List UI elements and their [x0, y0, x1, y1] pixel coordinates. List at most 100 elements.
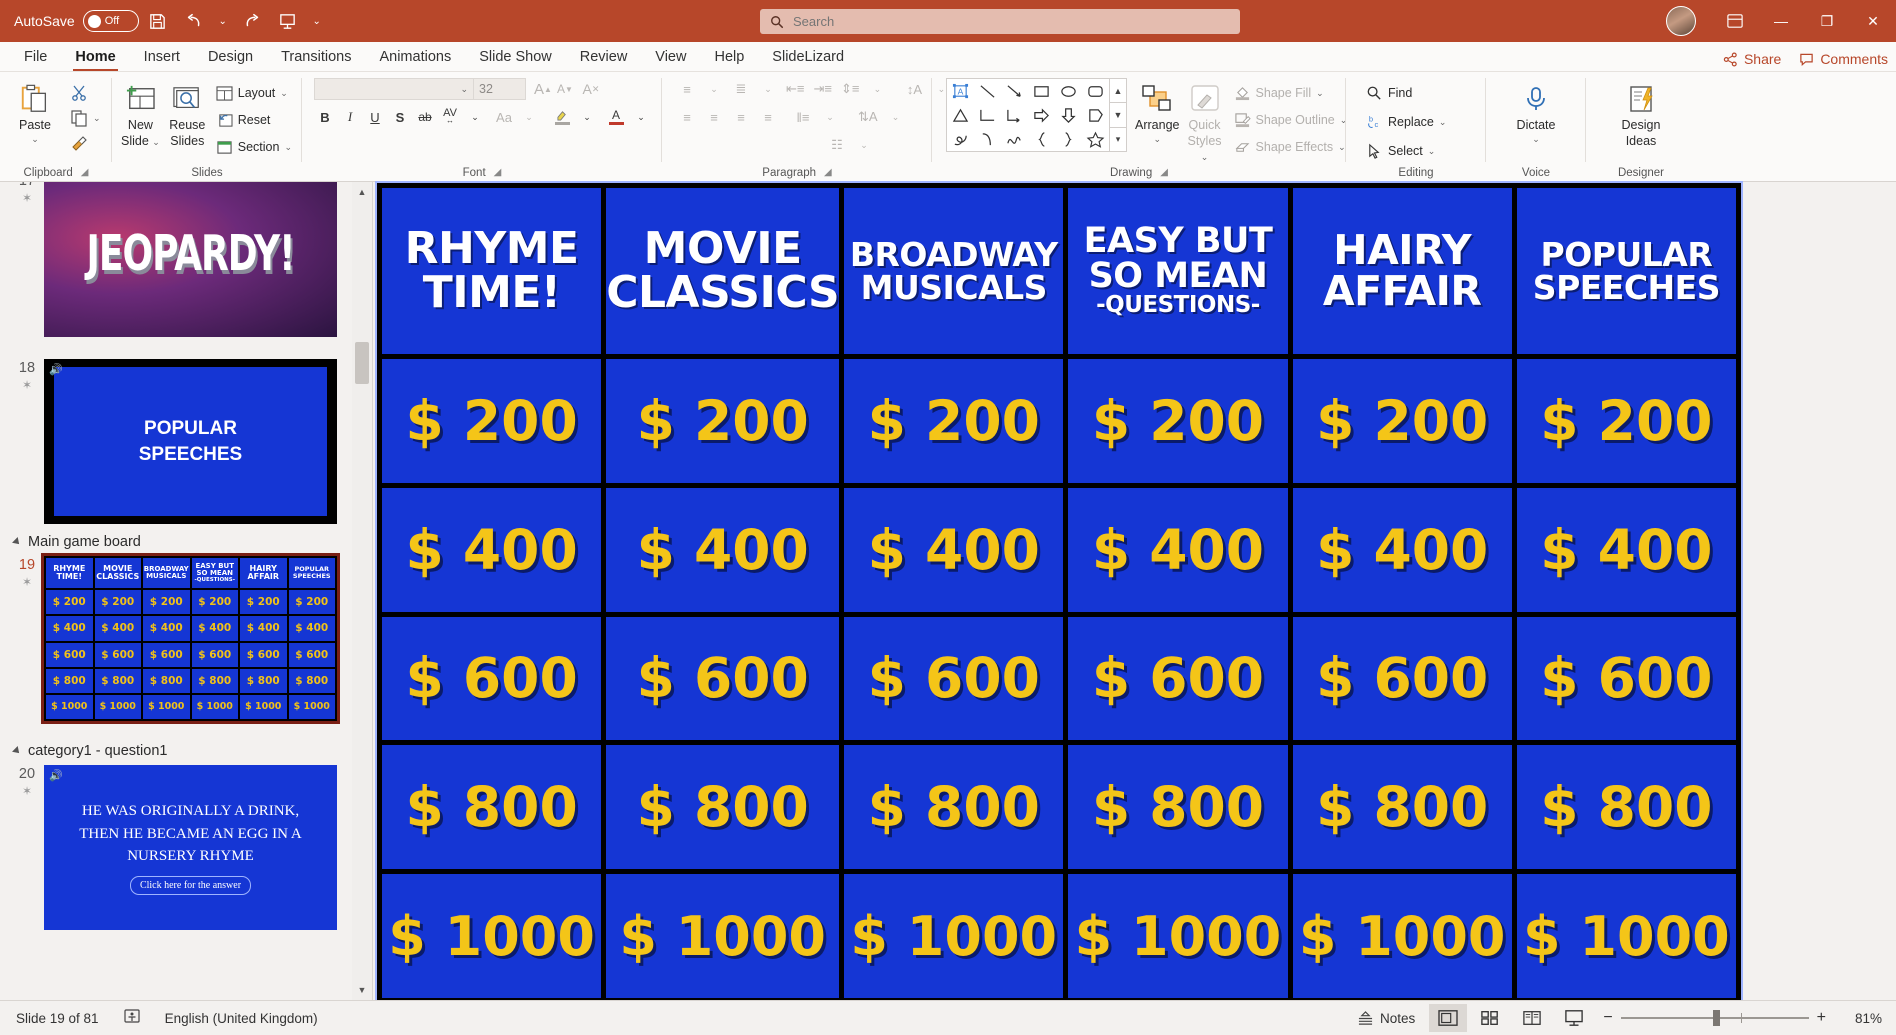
text-highlight-button[interactable]	[551, 106, 573, 128]
thumbnail-preview-20[interactable]: 🔊 HE WAS ORIGINALLY A DRINK, THEN HE BEC…	[44, 765, 337, 930]
shape-fill-dropdown-icon[interactable]: ⌄	[1316, 88, 1324, 99]
share-button[interactable]: Share	[1723, 51, 1781, 67]
arrange-dropdown-icon[interactable]: ⌄	[1153, 134, 1161, 144]
shape-freeform[interactable]	[1001, 127, 1028, 151]
view-slide-show-button[interactable]	[1555, 1004, 1593, 1032]
shape-rounded-rectangle[interactable]	[1082, 79, 1109, 103]
value-cell-800[interactable]: $ 800	[1068, 745, 1287, 869]
smartart-dropdown-icon[interactable]: ⌄	[853, 134, 875, 156]
value-cell-600[interactable]: $ 600	[844, 617, 1063, 741]
comments-button[interactable]: Comments	[1799, 51, 1888, 67]
shape-star[interactable]	[1082, 127, 1109, 151]
italic-button[interactable]: I	[339, 106, 361, 128]
tab-slidelizard[interactable]: SlideLizard	[758, 45, 858, 71]
shape-elbow-arrow-connector[interactable]	[1001, 103, 1028, 127]
value-cell-800[interactable]: $ 800	[382, 745, 601, 869]
shape-line[interactable]	[974, 79, 1001, 103]
autosave-toggle[interactable]: Off	[83, 10, 139, 32]
save-icon[interactable]	[141, 6, 175, 36]
slide-indicator[interactable]: Slide 19 of 81	[16, 1011, 99, 1026]
notes-button[interactable]: Notes	[1347, 1004, 1425, 1032]
numbering-button[interactable]: ≣	[730, 78, 752, 100]
align-center-button[interactable]: ≡	[703, 106, 725, 128]
value-cell-400[interactable]: $ 400	[382, 488, 601, 612]
paragraph-dialog-launcher[interactable]: ◢	[824, 167, 832, 178]
shape-rectangle[interactable]	[1028, 79, 1055, 103]
increase-indent-button[interactable]: ⇥≡	[811, 78, 833, 100]
columns-button[interactable]: ‖≡	[792, 106, 814, 128]
section-header-category1-question1[interactable]: category1 - question1	[0, 721, 352, 765]
shape-gallery[interactable]: A	[946, 78, 1127, 152]
shape-gallery-scroll-down[interactable]: ▼	[1110, 103, 1126, 127]
replace-button[interactable]: bc Replace ⌄	[1362, 111, 1450, 133]
slide-canvas[interactable]: RHYME TIME! MOVIE CLASSICS BROADWAY MUSI…	[373, 182, 1896, 1000]
shape-scribble[interactable]	[947, 127, 974, 151]
value-cell-600[interactable]: $ 600	[1293, 617, 1512, 741]
zoom-handle[interactable]	[1713, 1010, 1720, 1026]
category-cell-4[interactable]: HAIRY AFFAIR	[1293, 188, 1512, 354]
category-cell-2[interactable]: BROADWAY MUSICALS	[844, 188, 1063, 354]
quick-styles-button[interactable]: Quick Styles ⌄	[1187, 78, 1221, 163]
shape-triangle[interactable]	[947, 103, 974, 127]
character-spacing-dropdown-icon[interactable]: ⌄	[464, 106, 486, 128]
dictate-dropdown-icon[interactable]: ⌄	[1532, 134, 1540, 144]
change-case-button[interactable]: Aa	[493, 106, 515, 128]
section-dropdown-icon[interactable]: ⌄	[284, 142, 292, 153]
tab-help[interactable]: Help	[700, 45, 758, 71]
value-cell-400[interactable]: $ 400	[844, 488, 1063, 612]
bullets-button[interactable]: ≡	[676, 78, 698, 100]
tab-home[interactable]: Home	[61, 45, 129, 71]
shape-pentagon-tab[interactable]	[1082, 103, 1109, 127]
text-direction-button[interactable]: ↕A	[903, 78, 925, 100]
grow-font-button[interactable]: A▲	[532, 78, 554, 100]
align-text-button[interactable]: ⇅A	[856, 106, 880, 128]
value-cell-400[interactable]: $ 400	[1517, 488, 1736, 612]
thumbnail-item-17[interactable]: 17 ✶ JEOPARDY!	[0, 182, 352, 337]
font-name-input[interactable]: ⌄	[314, 78, 474, 100]
section-collapse-icon[interactable]	[12, 537, 22, 547]
shape-right-arrow[interactable]	[1028, 103, 1055, 127]
value-cell-800[interactable]: $ 800	[844, 745, 1063, 869]
value-cell-200[interactable]: $ 200	[1517, 359, 1736, 483]
thumbnail-scrollbar[interactable]: ▲ ▼	[352, 182, 372, 1000]
language-indicator[interactable]: English (United Kingdom)	[165, 1011, 318, 1026]
search-input[interactable]	[793, 14, 1240, 29]
scrollbar-track[interactable]	[352, 202, 372, 980]
character-spacing-button[interactable]: AV ↔	[439, 106, 461, 128]
shape-down-arrow[interactable]	[1055, 103, 1082, 127]
change-case-dropdown-icon[interactable]: ⌄	[518, 106, 540, 128]
tab-animations[interactable]: Animations	[365, 45, 465, 71]
value-cell-600[interactable]: $ 600	[382, 617, 601, 741]
tab-review[interactable]: Review	[566, 45, 642, 71]
category-cell-3[interactable]: EASY BUT SO MEAN -QUESTIONS-	[1068, 188, 1287, 354]
shape-elbow-connector[interactable]	[974, 103, 1001, 127]
align-right-button[interactable]: ≡	[730, 106, 752, 128]
zoom-out-button[interactable]: −	[1603, 1009, 1612, 1027]
value-cell-1000[interactable]: $ 1000	[1517, 874, 1736, 998]
thumbnail-preview-18[interactable]: 🔊 POPULAR SPEECHES	[44, 359, 337, 524]
value-cell-400[interactable]: $ 400	[606, 488, 839, 612]
accessibility-checker-icon[interactable]	[123, 1008, 141, 1029]
thumbnail-item-20[interactable]: 20 ✶ 🔊 HE WAS ORIGINALLY A DRINK, THEN H…	[0, 765, 352, 930]
layout-dropdown-icon[interactable]: ⌄	[280, 88, 288, 99]
arrange-button[interactable]: Arrange ⌄	[1135, 78, 1179, 145]
line-spacing-dropdown-icon[interactable]: ⌄	[866, 78, 888, 100]
value-cell-1000[interactable]: $ 1000	[1293, 874, 1512, 998]
underline-button[interactable]: U	[364, 106, 386, 128]
category-cell-5[interactable]: POPULAR SPEECHES	[1517, 188, 1736, 354]
category-cell-1[interactable]: MOVIE CLASSICS	[606, 188, 839, 354]
value-cell-800[interactable]: $ 800	[606, 745, 839, 869]
shape-textbox[interactable]: A	[947, 79, 974, 103]
columns-dropdown-icon[interactable]: ⌄	[819, 106, 841, 128]
value-cell-800[interactable]: $ 800	[1517, 745, 1736, 869]
decrease-indent-button[interactable]: ⇤≡	[784, 78, 806, 100]
shape-oval[interactable]	[1055, 79, 1082, 103]
font-dialog-launcher[interactable]: ◢	[494, 167, 502, 178]
section-button[interactable]: Section ⌄	[212, 136, 296, 158]
shape-curve[interactable]	[974, 127, 1001, 151]
select-dropdown-icon[interactable]: ⌄	[1428, 146, 1436, 157]
undo-dropdown-icon[interactable]: ⌄	[213, 6, 233, 36]
shape-effects-button[interactable]: Shape Effects ⌄	[1230, 136, 1352, 158]
customize-quick-access-icon[interactable]: ⌄	[307, 6, 327, 36]
answer-button[interactable]: Click here for the answer	[130, 876, 251, 895]
